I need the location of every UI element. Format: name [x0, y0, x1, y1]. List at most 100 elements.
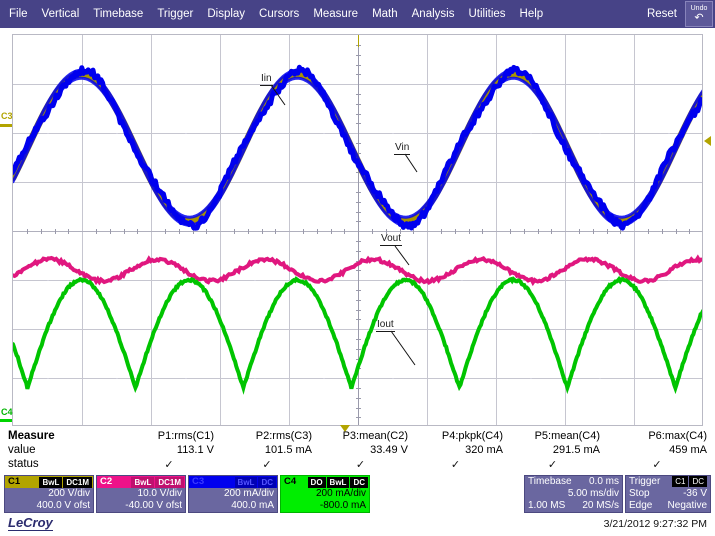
- measure-value-label: value: [8, 444, 36, 456]
- measure-status-p3: ✓: [355, 459, 366, 471]
- measure-value-p1: 113.1 V: [176, 444, 214, 456]
- channel-name-c2: C2: [100, 476, 113, 487]
- timebase-sample-rate: 20 MS/s: [582, 500, 619, 511]
- channel-name-c1: C1: [8, 476, 21, 487]
- measure-header-p4[interactable]: P4:pkpk(C4): [408, 430, 503, 442]
- trace-iout-c4: [13, 275, 702, 395]
- reset-button[interactable]: Reset: [639, 0, 685, 28]
- measure-header-p5[interactable]: P5:mean(C4): [505, 430, 600, 442]
- measure-header-row: Measure P1:rms(C1) P2:rms(C3) P3:mean(C2…: [0, 430, 715, 443]
- measure-status-p5: ✓: [547, 459, 558, 471]
- measure-value-p5: 291.5 mA: [552, 444, 600, 456]
- measure-value-p4: 320 mA: [465, 444, 503, 456]
- timebase-title: Timebase: [528, 476, 572, 487]
- menu-item-timebase[interactable]: Timebase: [86, 0, 150, 28]
- menu-bar: File Vertical Timebase Trigger Display C…: [0, 0, 715, 28]
- trigger-row-2: Stop -36 V: [626, 488, 710, 500]
- measure-value-row: value 113.1 V 101.5 mA 33.49 V 320 mA 29…: [0, 444, 715, 457]
- measure-header-p1[interactable]: P1:rms(C1): [124, 430, 214, 442]
- timebase-row-1: Timebase 0.0 ms: [525, 476, 622, 488]
- menu-item-help[interactable]: Help: [513, 0, 551, 28]
- timebase-scale: 5.00 ms/div: [567, 488, 619, 499]
- trigger-level: -36 V: [683, 488, 707, 499]
- channel-name-c3: C3: [192, 476, 205, 487]
- menu-item-display[interactable]: Display: [200, 0, 252, 28]
- channel-scale-c1: 200 V/div: [48, 488, 90, 499]
- channel-name-c4: C4: [284, 476, 297, 487]
- channel-tag-c4-bwl[interactable]: BwL: [326, 476, 350, 488]
- waveform-grid[interactable]: Iin Vin Vout Iout: [12, 34, 703, 426]
- timebase-row-3: 1.00 MS 20 MS/s: [525, 500, 622, 512]
- datetime-display: 3/21/2012 9:27:32 PM: [603, 518, 707, 530]
- edge-marker-c4[interactable]: C4: [0, 408, 14, 417]
- channel-tag-c4-coupling[interactable]: DC: [350, 476, 368, 488]
- trigger-coupling-tag[interactable]: DC: [689, 476, 707, 487]
- timebase-descriptor[interactable]: Timebase 0.0 ms 5.00 ms/div 1.00 MS 20 M…: [524, 475, 623, 513]
- channel-descriptor-c4[interactable]: C4 DO BwL DC 200 mA/div -800.0 mA: [280, 475, 370, 513]
- trigger-row-3: Edge Negative: [626, 500, 710, 512]
- measure-status-row: status ✓ ✓ ✓ ✓ ✓ ✓: [0, 458, 715, 471]
- trace-iin-c3: [13, 64, 702, 231]
- trigger-type: Edge: [629, 500, 653, 511]
- edge-bar-c3: [0, 124, 12, 127]
- channel-offset-c4: -800.0 mA: [319, 500, 366, 511]
- trigger-title: Trigger: [629, 476, 661, 487]
- c1-level-marker-icon[interactable]: [704, 136, 711, 146]
- lecroy-logo: LeCroy: [8, 515, 53, 531]
- menu-item-cursors[interactable]: Cursors: [252, 0, 306, 28]
- edge-marker-c3[interactable]: C3: [0, 112, 14, 121]
- undo-button[interactable]: Undo ↶: [685, 1, 713, 27]
- channel-descriptor-c3[interactable]: C3 BwL DC 200 mA/div 400.0 mA: [188, 475, 278, 513]
- channel-tag-c3-coupling[interactable]: DC: [258, 476, 276, 488]
- menu-bar-right-group: Reset Undo ↶: [639, 0, 715, 28]
- measure-status-p4: ✓: [450, 459, 461, 471]
- menu-item-utilities[interactable]: Utilities: [461, 0, 512, 28]
- vin-label: Vin: [394, 142, 411, 155]
- channel-offset-c2: -40.00 V ofst: [125, 500, 182, 511]
- measure-status-p6: ✓: [652, 459, 662, 471]
- waveform-traces: [13, 64, 702, 395]
- trigger-source-tag[interactable]: C1: [672, 476, 689, 487]
- edge-bar-c4: [0, 419, 12, 422]
- measure-title: Measure: [8, 430, 55, 442]
- channel-scale-c4: 200 mA/div: [315, 488, 366, 499]
- channel-tag-c2-coupling[interactable]: DC1M: [155, 476, 184, 488]
- channel-descriptor-c1[interactable]: C1 BwL DC1M 200 V/div 400.0 V ofst: [4, 475, 94, 513]
- leader-vin: [404, 153, 418, 173]
- trigger-slope: Negative: [667, 500, 707, 511]
- undo-arrow-icon: ↶: [694, 12, 704, 24]
- menu-item-measure[interactable]: Measure: [306, 0, 365, 28]
- iin-label: Iin: [260, 73, 273, 86]
- channel-tag-c1-coupling[interactable]: DC1M: [63, 476, 92, 488]
- menu-item-math[interactable]: Math: [365, 0, 405, 28]
- leader-iout: [390, 330, 416, 366]
- channel-tag-c3-bwl[interactable]: BwL: [234, 476, 258, 488]
- undo-label: Undo: [690, 5, 708, 12]
- channel-descriptor-c2[interactable]: C2 BwL DC1M 10.0 V/div -40.00 V ofst: [96, 475, 186, 513]
- measure-value-p2: 101.5 mA: [264, 444, 312, 456]
- measure-header-p3[interactable]: P3:mean(C2): [313, 430, 408, 442]
- timebase-delay: 0.0 ms: [588, 476, 619, 487]
- trigger-mode: Stop: [629, 488, 650, 499]
- menu-item-vertical[interactable]: Vertical: [35, 0, 87, 28]
- channel-offset-c3: 400.0 mA: [231, 500, 274, 511]
- measure-header-p2[interactable]: P2:rms(C3): [222, 430, 312, 442]
- trigger-stem: [358, 35, 359, 47]
- measure-status-label: status: [8, 458, 39, 470]
- channel-tag-c1-bwl[interactable]: BwL: [39, 476, 63, 488]
- measure-value-p3: 33.49 V: [370, 444, 408, 456]
- vout-label: Vout: [380, 233, 403, 246]
- channel-scale-c3: 200 mA/div: [223, 488, 274, 499]
- measure-header-p6[interactable]: P6:max(C4): [607, 430, 707, 442]
- menu-item-trigger[interactable]: Trigger: [150, 0, 200, 28]
- trigger-row-1: Trigger C1 DC: [626, 476, 710, 488]
- channel-tag-c4-do[interactable]: DO: [307, 476, 326, 488]
- oscilloscope-window: File Vertical Timebase Trigger Display C…: [0, 0, 715, 536]
- trigger-descriptor[interactable]: Trigger C1 DC Stop -36 V Edge Negative: [625, 475, 711, 513]
- menu-item-analysis[interactable]: Analysis: [405, 0, 462, 28]
- menu-item-file[interactable]: File: [0, 0, 35, 28]
- timebase-memory: 1.00 MS: [528, 500, 566, 511]
- channel-tag-c2-bwl[interactable]: BwL: [131, 476, 155, 488]
- status-footer: LeCroy 3/21/2012 9:27:32 PM: [0, 514, 715, 536]
- measure-status-p1: ✓: [164, 459, 174, 471]
